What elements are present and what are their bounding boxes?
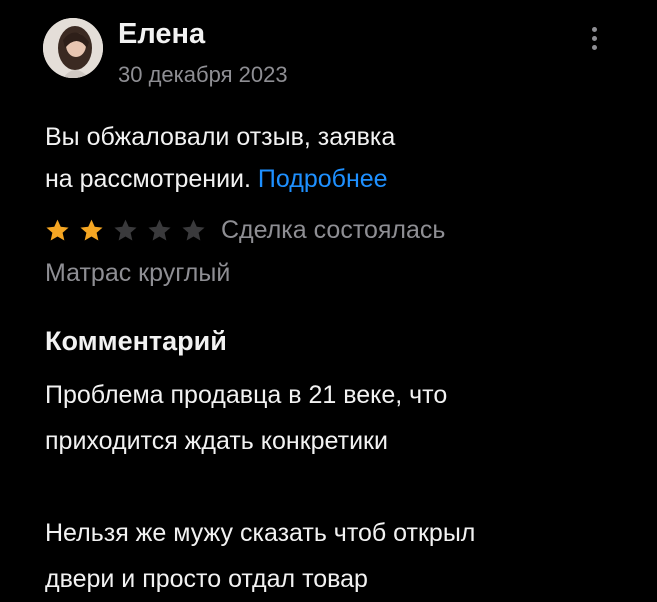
star-filled-icon	[80, 219, 103, 240]
vertical-ellipsis-icon	[591, 26, 597, 32]
star-rating	[45, 218, 215, 243]
star-empty-icon	[182, 219, 205, 240]
star-filled-icon	[46, 219, 69, 240]
vertical-ellipsis-icon	[591, 35, 597, 41]
more-options-button[interactable]	[580, 22, 608, 54]
star-empty-icon	[114, 219, 137, 240]
deal-status: Сделка состоялась	[221, 215, 446, 244]
review-card: Елена 30 декабря 2023 Вы обжаловали отзы…	[0, 0, 657, 600]
comment-line: Проблема продавца в 21 веке, что	[45, 381, 448, 409]
review-date: 30 декабря 2023	[118, 62, 288, 87]
comment-line: приходится ждать конкретики	[45, 427, 388, 455]
rating-row: Сделка состоялась	[45, 210, 445, 250]
author-name: Елена	[118, 18, 206, 50]
appeal-text-line2: на рассмотрении. Подробнее	[45, 158, 605, 200]
avatar[interactable]	[43, 18, 103, 78]
comment-line: Нельзя же мужу сказать чтоб открыл	[45, 519, 476, 547]
appeal-text-line2-text: на рассмотрении.	[45, 165, 251, 193]
star-empty-icon	[148, 219, 171, 240]
vertical-ellipsis-icon	[591, 44, 597, 50]
product-name[interactable]: Матрас круглый	[45, 259, 230, 288]
comment-line: двери и просто отдал товар	[45, 565, 368, 593]
comment-heading: Комментарий	[45, 326, 227, 356]
appeal-text-line1: Вы обжаловали отзыв, заявка	[45, 123, 396, 151]
comment-text: Проблема продавца в 21 веке, что приходи…	[45, 372, 625, 602]
details-link[interactable]: Подробнее	[258, 165, 388, 193]
appeal-notice: Вы обжаловали отзыв, заявка на рассмотре…	[45, 116, 605, 200]
